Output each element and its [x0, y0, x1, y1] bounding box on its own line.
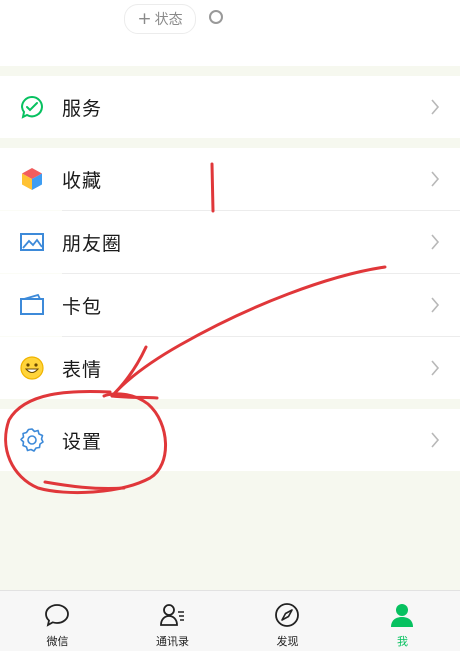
service-icon [20, 96, 44, 119]
section-gap [0, 66, 460, 76]
menu-item-settings[interactable]: 设置 [0, 409, 460, 471]
add-status-button[interactable]: + 状态 [124, 4, 196, 34]
menu-item-moments[interactable]: 朋友圈 [0, 211, 460, 273]
plus-icon: + [137, 9, 152, 29]
tab-label: 我 [397, 635, 408, 648]
section-gap [0, 138, 460, 148]
sticker-icon [20, 356, 44, 380]
tab-chats[interactable]: 微信 [0, 591, 115, 651]
chevron-right-icon [431, 432, 440, 448]
card-wallet-icon [20, 293, 44, 315]
chevron-right-icon [431, 99, 440, 115]
profile-header-area: + 状态 [0, 0, 460, 66]
menu-item-card-wallet[interactable]: 卡包 [0, 274, 460, 336]
discover-icon [275, 603, 299, 627]
tab-discover[interactable]: 发现 [230, 591, 345, 651]
chevron-right-icon [431, 234, 440, 250]
settings-icon [20, 428, 44, 452]
menu-item-favorites[interactable]: 收藏 [0, 148, 460, 210]
status-button-label: 状态 [154, 12, 183, 28]
menu-item-label: 收藏 [62, 169, 103, 192]
section-gap [0, 399, 460, 409]
bottom-tab-bar: 微信 通讯录 发现 我 [0, 590, 460, 651]
menu-item-label: 服务 [62, 97, 103, 120]
contacts-icon [160, 604, 184, 626]
moments-icon [20, 233, 44, 251]
tab-label: 发现 [276, 635, 299, 648]
menu-item-stickers[interactable]: 表情 [0, 337, 460, 399]
tab-me[interactable]: 我 [345, 591, 460, 651]
chevron-right-icon [431, 171, 440, 187]
tab-label: 通讯录 [156, 635, 189, 648]
chevron-right-icon [431, 360, 440, 376]
tab-contacts[interactable]: 通讯录 [115, 591, 230, 651]
me-icon [391, 604, 413, 627]
menu-item-label: 卡包 [62, 295, 103, 318]
favorites-icon [22, 168, 42, 190]
chevron-right-icon [431, 297, 440, 313]
menu-item-label: 朋友圈 [62, 232, 123, 255]
menu-item-service[interactable]: 服务 [0, 76, 460, 138]
menu-item-label: 表情 [62, 358, 103, 381]
menu-item-label: 设置 [62, 430, 103, 453]
tab-label: 微信 [46, 635, 69, 648]
chat-icon [45, 604, 69, 627]
status-ring-icon[interactable] [209, 10, 223, 24]
empty-area [0, 471, 460, 590]
